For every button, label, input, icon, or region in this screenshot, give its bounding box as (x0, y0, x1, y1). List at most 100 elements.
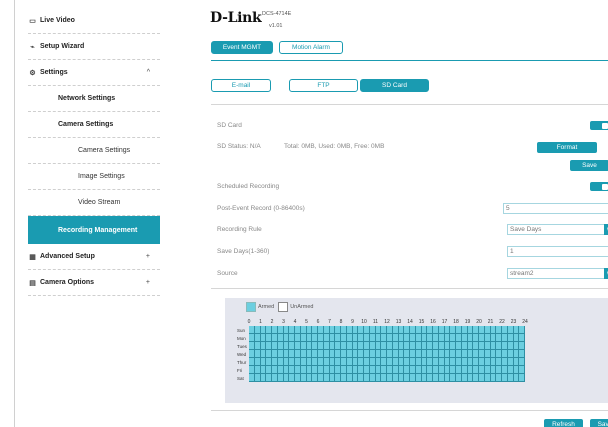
advanced-setup-icon: ▦ (29, 253, 36, 261)
hour-label: 11 (372, 319, 379, 325)
day-label: Sat (237, 375, 244, 381)
hour-label: 3 (282, 319, 285, 325)
hour-label: 13 (395, 319, 402, 325)
recording-schedule: Armed UnArmed 0 1 2 3 4 5 6 7 8 9 10 11 12 13 14 15 16 17… (225, 298, 608, 403)
recording-rule-select[interactable]: Save Days ∨ (507, 224, 608, 235)
hour-label: 24 (522, 319, 528, 325)
sidebar-item-camera-options[interactable]: ▤ Camera Options + (28, 270, 160, 296)
schedule-cell[interactable] (519, 358, 525, 366)
subtab-sd-card[interactable]: SD Card (360, 79, 429, 92)
expand-caret-icon: + (145, 279, 150, 286)
sidebar-item-label: Settings (40, 69, 68, 76)
schedule-legend: Armed UnArmed (246, 302, 313, 312)
schedule-cell[interactable] (519, 366, 525, 374)
hour-label: 4 (293, 319, 297, 325)
tab-divider (211, 60, 608, 61)
sd-status: SD Status: N/A (217, 143, 261, 150)
hour-label: 21 (487, 319, 494, 325)
day-label: Tues (237, 343, 247, 349)
hour-label: 1 (259, 319, 262, 325)
hour-label: 6 (316, 319, 320, 325)
hour-label: 7 (328, 319, 331, 325)
sidebar-item-label: Network Settings (58, 95, 116, 102)
sidebar-item-network-settings[interactable]: Network Settings (28, 86, 160, 112)
schedule-cell[interactable] (519, 334, 525, 342)
source-select[interactable]: stream2 ∨ (507, 268, 608, 279)
toggle-knob (602, 122, 608, 129)
sidebar-item-label: Recording Management (58, 226, 138, 234)
sd-card-label: SD Card (217, 122, 242, 129)
post-event-label: Post-Event Record (0-86400s) (217, 205, 305, 212)
section-divider (211, 288, 608, 289)
source-label: Source (217, 270, 238, 277)
hour-label: 18 (453, 319, 459, 325)
source-value: stream2 (510, 270, 534, 277)
hour-label: 16 (430, 319, 436, 325)
sidebar-item-settings[interactable]: ⚙ Settings ^ (28, 60, 160, 86)
brand-logo: D-Link (210, 10, 262, 26)
subtab-divider (211, 104, 608, 105)
firmware-version: v1.01 (269, 23, 283, 29)
sidebar-item-label: Camera Settings (78, 147, 131, 154)
tab-event-mgmt[interactable]: Event MGMT (211, 41, 273, 54)
gear-icon: ⚙ (29, 69, 36, 77)
model-name: DCS-4714E (262, 11, 292, 17)
post-event-input[interactable]: 5 (503, 203, 608, 214)
footer-divider (211, 410, 608, 411)
hour-label: 14 (407, 319, 413, 325)
save-button[interactable]: Save (590, 419, 608, 427)
sidebar-subitem-video-stream[interactable]: Video Stream (28, 190, 160, 216)
armed-swatch (246, 302, 256, 312)
sidebar-item-live-video[interactable]: ▭ Live Video (28, 8, 160, 34)
day-label: Mon (237, 335, 246, 341)
main-panel: D-Link DCS-4714E v1.01 Event MGMT Motion… (162, 0, 608, 427)
schedule-cell[interactable] (519, 350, 525, 358)
scheduled-recording-toggle[interactable] (590, 182, 608, 191)
sidebar-item-label: Advanced Setup (40, 253, 95, 260)
sidebar-item-camera-settings[interactable]: Camera Settings (28, 112, 160, 138)
chevron-down-icon: ∨ (604, 224, 608, 235)
hour-label: 23 (510, 319, 517, 325)
armed-legend-label: Armed (258, 304, 275, 310)
sidebar-item-advanced-setup[interactable]: ▦ Advanced Setup + (28, 244, 160, 270)
schedule-cell[interactable] (519, 374, 525, 382)
page-frame: ▭ Live Video ⌁ Setup Wizard ⚙ Settings ^… (14, 0, 608, 427)
day-label: Fri (237, 367, 243, 373)
unarmed-legend-label: UnArmed (290, 304, 314, 310)
day-label: Sun (237, 327, 246, 333)
tab-motion-alarm[interactable]: Motion Alarm (279, 41, 343, 54)
save-sd-button[interactable]: Save (570, 160, 608, 171)
sidebar-subitem-image-settings[interactable]: Image Settings (28, 164, 160, 190)
collapse-caret-icon: ^ (146, 69, 150, 76)
hour-label: 19 (464, 319, 471, 325)
save-days-input[interactable]: 1 (507, 246, 608, 257)
sidebar-item-label: Camera Options (40, 279, 95, 286)
hour-label: 9 (351, 319, 354, 325)
wand-icon: ⌁ (30, 43, 35, 51)
subtab-email[interactable]: E-mail (211, 79, 271, 92)
recording-rule-label: Recording Rule (217, 226, 262, 233)
format-button[interactable]: Format (537, 142, 597, 153)
sidebar-item-recording-management[interactable]: Recording Management (28, 216, 160, 244)
sidebar-subitem-camera-settings[interactable]: Camera Settings (28, 138, 160, 164)
hour-label: 20 (476, 319, 482, 325)
hour-label: 12 (384, 319, 390, 325)
hour-label: 15 (418, 319, 425, 325)
day-label: Thur (237, 359, 247, 365)
subtab-ftp[interactable]: FTP (289, 79, 358, 92)
schedule-cell[interactable] (519, 326, 525, 334)
hour-label: 5 (305, 319, 308, 325)
sidebar-item-setup-wizard[interactable]: ⌁ Setup Wizard (28, 34, 160, 60)
hour-label: 8 (339, 319, 343, 325)
refresh-button[interactable]: Refresh (544, 419, 583, 427)
hour-label: 22 (499, 319, 505, 325)
hour-label: 17 (441, 319, 448, 325)
sidebar-item-label: Live Video (40, 17, 75, 24)
sd-capacity: Total: 0MB, Used: 0MB, Free: 0MB (284, 143, 385, 150)
recording-rule-value: Save Days (510, 226, 542, 233)
chevron-down-icon: ∨ (604, 268, 608, 279)
toggle-knob (602, 183, 608, 190)
schedule-cell[interactable] (519, 342, 525, 350)
sidebar-item-label: Image Settings (78, 173, 125, 180)
sd-card-toggle[interactable] (590, 121, 608, 130)
